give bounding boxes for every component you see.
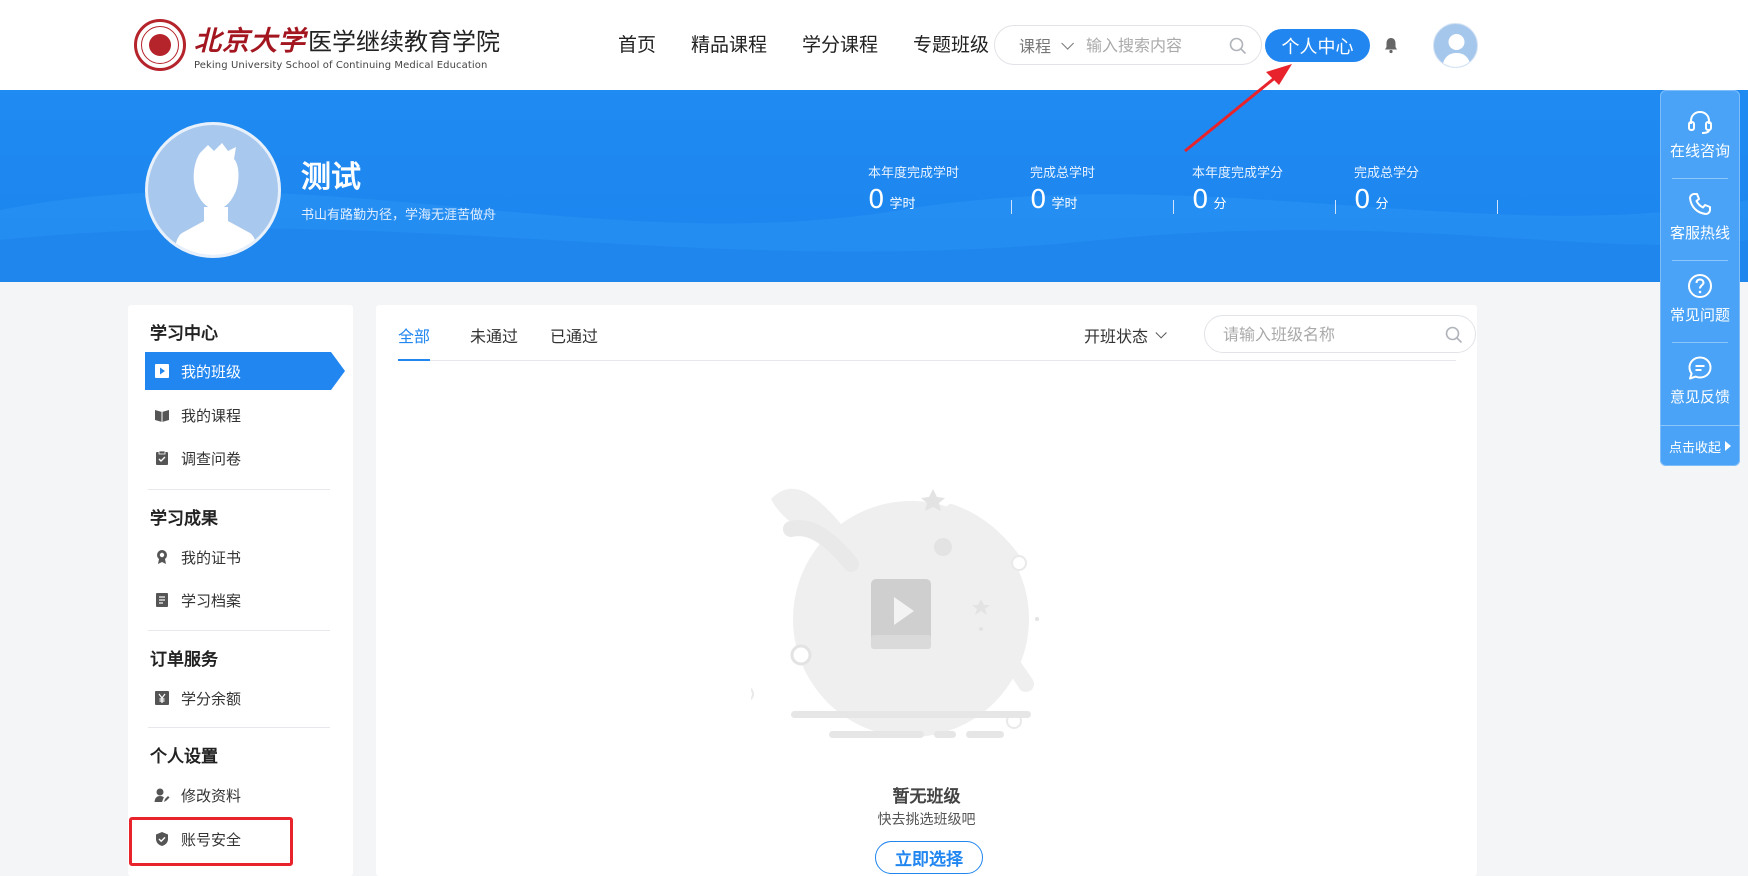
- sidebar-item-label: 学分余额: [181, 689, 242, 708]
- open-book-icon: [153, 406, 171, 424]
- search-input[interactable]: [1086, 35, 1227, 55]
- empty-state-subtitle: 快去挑选班级吧: [877, 812, 976, 828]
- feedback-button[interactable]: 意见反馈: [1660, 336, 1740, 408]
- nav-featured-courses[interactable]: 精品课程: [691, 30, 767, 57]
- sidebar-divider: [148, 489, 330, 490]
- user-motto: 书山有路勤为径，学海无涯苦做舟: [301, 208, 497, 223]
- class-search: [1204, 315, 1476, 353]
- class-status-filter-label: 开班状态: [1084, 327, 1149, 346]
- headset-icon: [1686, 108, 1714, 136]
- tab-not-passed[interactable]: 未通过: [470, 323, 518, 361]
- profile-avatar: [145, 122, 281, 258]
- sidebar-group-title: 学习成果: [150, 509, 218, 529]
- sidebar-item-label: 调查问卷: [181, 449, 242, 468]
- sidebar-item-credit-balance[interactable]: 学分余额: [145, 679, 331, 717]
- user-name: 测试: [301, 160, 361, 195]
- sidebar-item-archive[interactable]: 学习档案: [145, 581, 331, 619]
- nav-credit-courses[interactable]: 学分课程: [802, 30, 878, 57]
- pku-seal-icon: [134, 19, 186, 71]
- chat-icon: [1686, 354, 1714, 382]
- learning-stats: 本年度完成学时 0 学时 完成总学时 0 学时 本年度完成学分 0分 完成总学分 0…: [868, 162, 1516, 215]
- empty-state-illustration-icon: [751, 488, 1039, 738]
- clipboard-icon: [153, 449, 171, 467]
- select-class-button[interactable]: 立即选择: [875, 841, 983, 874]
- sidebar-item-label: 我的证书: [181, 548, 242, 567]
- yuan-icon: [153, 689, 171, 707]
- certificate-icon: [153, 548, 171, 566]
- main-panel: 全部 未通过 已通过 开班状态 请输入班级名称 暂无班级 快去挑选班级吧 立即选…: [376, 305, 1477, 876]
- personal-center-button[interactable]: 个人中心: [1265, 29, 1370, 62]
- stat-divider: [1173, 200, 1174, 214]
- question-icon: [1686, 272, 1714, 300]
- annotation-highlight-box: [129, 817, 293, 866]
- user-edit-icon: [153, 786, 171, 804]
- sidebar-item-my-classes[interactable]: 我的班级: [145, 352, 345, 390]
- nav-home[interactable]: 首页: [618, 30, 656, 57]
- main-nav: 首页 精品课程 学分课程 专题班级: [618, 30, 1024, 57]
- stat-year-credits: 本年度完成学分 0分: [1192, 162, 1354, 215]
- stat-total-credits: 完成总学分 0分: [1354, 162, 1516, 215]
- faq-button[interactable]: 常见问题: [1660, 254, 1740, 326]
- sidebar-divider: [148, 727, 330, 728]
- sidebar-item-label: 修改资料: [181, 786, 242, 805]
- stat-year-hours: 本年度完成学时 0 学时: [868, 162, 1030, 215]
- phone-icon: [1686, 190, 1714, 218]
- sidebar-item-label: 我的班级: [181, 362, 242, 381]
- feedback-label: 意见反馈: [1669, 388, 1730, 406]
- class-search-input[interactable]: [1223, 324, 1433, 344]
- logo-school-text: 医学继续教育学院: [308, 28, 500, 56]
- bell-icon[interactable]: [1382, 36, 1400, 58]
- stat-total-hours: 完成总学时 0 学时: [1030, 162, 1192, 215]
- chevron-down-icon: [1061, 36, 1075, 50]
- caret-right-icon: [1725, 441, 1731, 451]
- sidebar-group-title: 学习中心: [150, 324, 218, 344]
- collapse-panel-button[interactable]: 点击收起: [1660, 425, 1740, 466]
- tab-passed[interactable]: 已通过: [550, 323, 598, 361]
- search-icon[interactable]: [1445, 326, 1463, 348]
- sidebar-group-title: 订单服务: [150, 650, 218, 670]
- top-header: 北京大学 医学继续教育学院 Peking University School o…: [0, 0, 1748, 90]
- online-consult-button[interactable]: 在线咨询: [1660, 90, 1740, 162]
- stat-divider: [1011, 200, 1012, 214]
- sidebar-item-my-courses[interactable]: 我的课程: [145, 396, 331, 434]
- empty-state-title: 暂无班级: [892, 787, 961, 807]
- stat-divider: [1335, 200, 1336, 214]
- sidebar-item-certificates[interactable]: 我的证书: [145, 538, 331, 576]
- sidebar-item-survey[interactable]: 调查问卷: [145, 439, 331, 477]
- sidebar-item-edit-profile[interactable]: 修改资料: [145, 776, 331, 814]
- tab-all[interactable]: 全部: [398, 323, 431, 361]
- play-book-icon: [153, 362, 171, 380]
- search-icon[interactable]: [1229, 37, 1247, 59]
- chevron-down-icon: [1155, 327, 1167, 339]
- user-avatar[interactable]: [1433, 23, 1478, 68]
- service-hotline-label: 客服热线: [1669, 224, 1730, 242]
- faq-label: 常见问题: [1669, 306, 1730, 324]
- service-hotline-button[interactable]: 客服热线: [1660, 172, 1740, 244]
- sidebar-group-title: 个人设置: [150, 747, 218, 767]
- class-status-filter[interactable]: 开班状态: [1084, 323, 1167, 347]
- site-logo[interactable]: 北京大学 医学继续教育学院 Peking University School o…: [134, 18, 500, 72]
- online-consult-label: 在线咨询: [1669, 142, 1730, 160]
- nav-topic-classes[interactable]: 专题班级: [913, 30, 989, 57]
- logo-pku-text: 北京大学: [194, 26, 306, 57]
- search-category-select[interactable]: 课程: [1019, 33, 1075, 57]
- profile-banner: 测试 书山有路勤为径，学海无涯苦做舟 本年度完成学时 0 学时 完成总学时 0 学时…: [0, 90, 1748, 282]
- sidebar-divider: [148, 630, 330, 631]
- sidebar: 学习中心 我的班级 我的课程 调查问卷 学习成果 我的证书 学习档案 订单服务 …: [128, 305, 353, 876]
- floating-service-panel: 在线咨询 客服热线 常见问题 意见反馈 点击收起: [1660, 90, 1740, 466]
- sidebar-item-label: 我的课程: [181, 406, 242, 425]
- sidebar-item-label: 学习档案: [181, 591, 242, 610]
- logo-english-text: Peking University School of Continuing M…: [194, 60, 488, 71]
- global-search: 课程: [994, 25, 1262, 65]
- collapse-panel-label: 点击收起: [1668, 440, 1721, 456]
- search-category-label: 课程: [1019, 37, 1052, 56]
- archive-icon: [153, 591, 171, 609]
- class-tabs: 全部 未通过 已通过 开班状态: [398, 305, 1476, 361]
- stat-divider: [1497, 200, 1498, 214]
